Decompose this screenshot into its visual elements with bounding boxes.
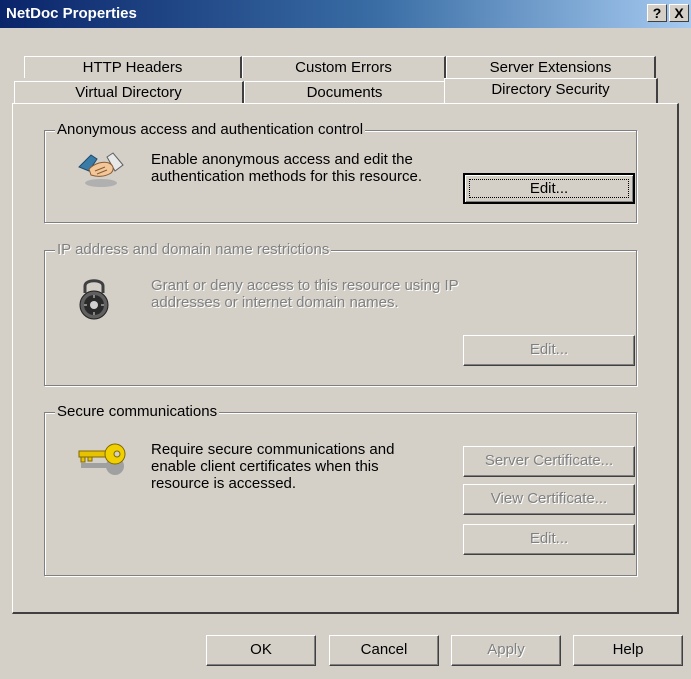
- ip-description: Grant or deny access to this resource us…: [151, 277, 459, 311]
- ip-edit-button[interactable]: Edit...: [463, 335, 635, 366]
- help-footer-button[interactable]: Help: [573, 635, 683, 666]
- padlock-icon: [79, 279, 109, 320]
- secure-edit-button[interactable]: Edit...: [463, 524, 635, 555]
- window-title: NetDoc Properties: [6, 5, 137, 22]
- close-button[interactable]: X: [669, 4, 689, 22]
- title-bar: NetDoc Properties ? X: [0, 0, 691, 28]
- anonymous-access-group: Anonymous access and authentication cont…: [44, 121, 637, 223]
- ip-group-title: IP address and domain name restrictions: [55, 241, 332, 258]
- view-certificate-button[interactable]: View Certificate...: [463, 484, 635, 515]
- ip-restrictions-group: IP address and domain name restrictions …: [44, 241, 637, 386]
- secure-description: Require secure communications and enable…: [151, 441, 395, 492]
- ok-button[interactable]: OK: [206, 635, 316, 666]
- anonymous-edit-button[interactable]: Edit...: [463, 173, 635, 204]
- tab-directory-security[interactable]: Directory Security: [444, 78, 658, 103]
- handshake-icon: [78, 152, 124, 187]
- tab-virtual-directory[interactable]: Virtual Directory: [14, 81, 244, 103]
- server-certificate-button[interactable]: Server Certificate...: [463, 446, 635, 477]
- help-button[interactable]: ?: [647, 4, 667, 22]
- tab-server-extensions[interactable]: Server Extensions: [446, 56, 656, 78]
- anonymous-group-title: Anonymous access and authentication cont…: [55, 121, 366, 138]
- secure-communications-group: Secure communications Require secure com…: [44, 403, 637, 576]
- tab-http-headers[interactable]: HTTP Headers: [24, 56, 242, 78]
- apply-button[interactable]: Apply: [451, 635, 561, 666]
- anonymous-description: Enable anonymous access and edit the aut…: [151, 151, 422, 185]
- tab-documents[interactable]: Documents: [244, 81, 446, 103]
- keys-icon: [78, 443, 126, 475]
- focus-rect: [469, 179, 629, 198]
- secure-group-title: Secure communications: [55, 403, 220, 420]
- tab-custom-errors[interactable]: Custom Errors: [242, 56, 446, 78]
- cancel-button[interactable]: Cancel: [329, 635, 439, 666]
